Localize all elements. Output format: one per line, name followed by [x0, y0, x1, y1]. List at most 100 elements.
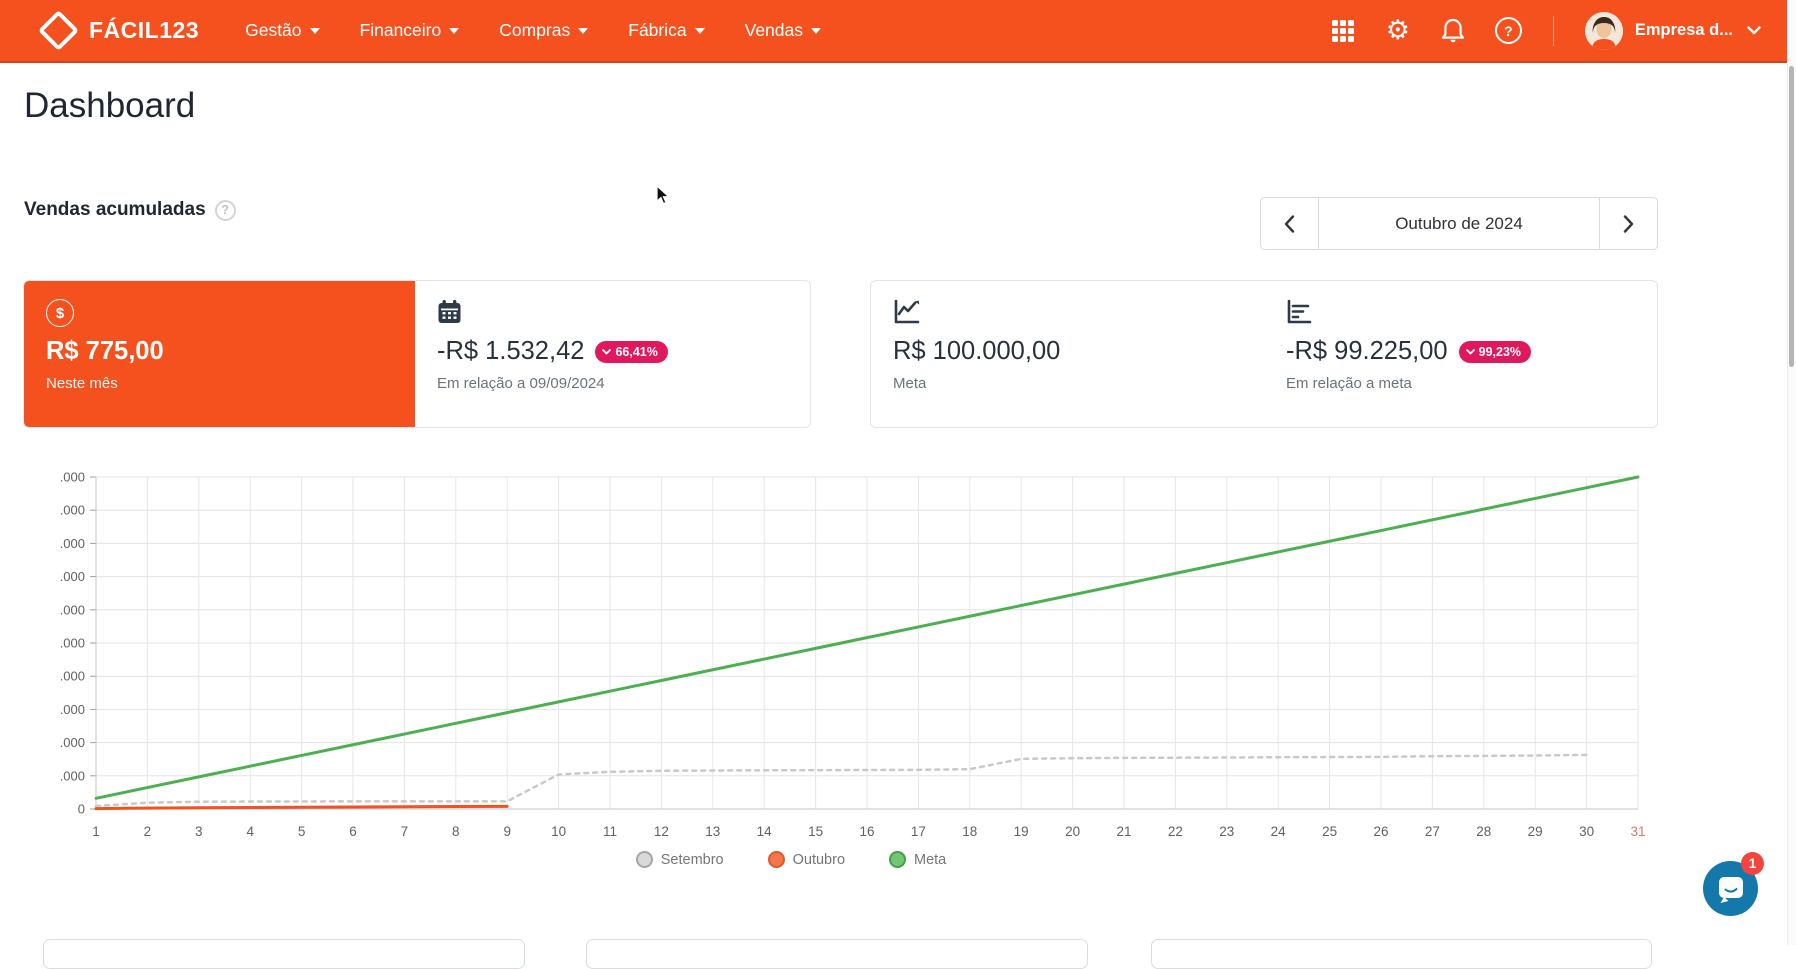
scrollbar-thumb[interactable] — [1789, 66, 1794, 367]
help-icon[interactable]: ? — [1494, 17, 1522, 44]
chevron-down-icon — [449, 28, 460, 39]
legend-item-setembro[interactable]: Setembro — [635, 851, 724, 868]
kpi-label: Neste mês — [46, 375, 118, 392]
kpi-label: Meta — [893, 375, 927, 392]
top-navbar: FÁCIL123 Gestão Financeiro Compras Fábri… — [0, 0, 1787, 63]
sales-accumulated-chart: 0 10.000 20.000 30.000 40.000 50.000 60.000 70.… — [60, 470, 1646, 840]
calendar-icon — [438, 300, 461, 323]
nav-menu-label: Fábrica — [628, 20, 687, 40]
svg-text:29: 29 — [1528, 824, 1543, 839]
kpi-value: -R$ 1.532,42 — [437, 337, 585, 365]
svg-text:30.000: 30.000 — [60, 702, 85, 717]
chat-bubble-icon — [1718, 876, 1743, 903]
legend-label: Outubro — [792, 851, 846, 868]
svg-text:18: 18 — [962, 824, 977, 839]
account-menu[interactable]: Empresa d... — [1584, 11, 1761, 50]
avatar — [1584, 11, 1623, 50]
kpi-card-current-month: $ R$ 775,00 Neste mês — [24, 281, 415, 427]
gear-icon[interactable]: ⚙ — [1385, 17, 1411, 44]
svg-text:27: 27 — [1425, 824, 1440, 839]
svg-text:30: 30 — [1579, 824, 1594, 839]
svg-text:5: 5 — [298, 824, 306, 839]
kpi-card-meta: R$ 100.000,00 Meta — [871, 281, 1264, 427]
bottom-card-stub — [586, 939, 1088, 969]
help-glyph: ? — [1504, 22, 1513, 39]
svg-text:16: 16 — [859, 824, 874, 839]
nav-menu-gestao[interactable]: Gestão — [245, 20, 320, 41]
bell-icon[interactable] — [1440, 18, 1466, 44]
dollar-circle-icon: $ — [46, 299, 74, 327]
svg-text:15: 15 — [808, 824, 823, 839]
svg-text:13: 13 — [705, 824, 720, 839]
month-selector: Outubro de 2024 — [1260, 197, 1658, 250]
logo-diamond-icon — [37, 9, 80, 52]
svg-text:8: 8 — [452, 824, 460, 839]
section-title: Vendas acumuladas — [24, 199, 206, 220]
svg-text:20: 20 — [1065, 824, 1080, 839]
kpi-card-vs-meta: -R$ 99.225,00 99,23% Em relação a meta — [1264, 281, 1657, 427]
svg-text:1: 1 — [92, 824, 100, 839]
legend-item-meta[interactable]: Meta — [889, 851, 946, 868]
line-chart-icon — [894, 299, 920, 324]
svg-text:24: 24 — [1271, 824, 1287, 839]
section-help-icon[interactable]: ? — [214, 199, 236, 221]
kpi-card-vs-previous: -R$ 1.532,42 66,41% Em relação a 09/09/2… — [415, 281, 810, 427]
nav-menu-vendas[interactable]: Vendas — [745, 20, 821, 41]
svg-text:50.000: 50.000 — [60, 636, 85, 651]
nav-menu-compras[interactable]: Compras — [499, 20, 589, 41]
svg-text:70.000: 70.000 — [60, 569, 85, 584]
app-logo[interactable]: FÁCIL123 — [37, 9, 200, 52]
svg-text:100.000: 100.000 — [60, 470, 85, 485]
legend-item-outubro[interactable]: Outubro — [767, 851, 846, 868]
svg-text:10.000: 10.000 — [60, 768, 85, 783]
kpi-panel-meta: R$ 100.000,00 Meta -R$ 99.225,00 99,23% — [870, 280, 1658, 428]
svg-text:11: 11 — [603, 824, 617, 839]
prev-month-button[interactable] — [1261, 198, 1319, 249]
svg-text:90.000: 90.000 — [60, 503, 85, 518]
svg-text:21: 21 — [1116, 824, 1131, 839]
horizontal-bars-icon — [1287, 299, 1312, 324]
svg-text:23: 23 — [1219, 824, 1234, 839]
legend-color-dot — [889, 851, 907, 868]
svg-text:19: 19 — [1014, 824, 1029, 839]
kpi-value: -R$ 99.225,00 — [1286, 337, 1448, 365]
svg-text:17: 17 — [911, 824, 926, 839]
svg-text:20.000: 20.000 — [60, 735, 85, 750]
chevron-right-icon — [1623, 214, 1634, 233]
logo-text: FÁCIL123 — [89, 17, 200, 43]
svg-text:4: 4 — [246, 824, 254, 839]
nav-menu-fabrica[interactable]: Fábrica — [628, 20, 705, 41]
svg-text:60.000: 60.000 — [60, 602, 85, 617]
next-month-button[interactable] — [1599, 198, 1657, 249]
legend-label: Meta — [914, 851, 947, 868]
svg-text:2: 2 — [144, 824, 152, 839]
chevron-left-icon — [1284, 214, 1295, 233]
help-glyph: ? — [221, 203, 229, 217]
bottom-card-stub — [43, 939, 525, 969]
nav-menu-label: Compras — [499, 20, 571, 40]
page-title: Dashboard — [24, 86, 196, 125]
main-menu: Gestão Financeiro Compras Fábrica Vendas — [245, 20, 821, 41]
svg-text:25: 25 — [1322, 824, 1337, 839]
legend-color-dot — [635, 851, 653, 868]
nav-menu-financeiro[interactable]: Financeiro — [360, 20, 460, 41]
svg-text:14: 14 — [757, 824, 773, 839]
svg-text:0: 0 — [78, 802, 85, 817]
pct-badge: 99,23% — [1458, 340, 1532, 363]
svg-text:28: 28 — [1476, 824, 1491, 839]
mouse-cursor — [656, 185, 671, 205]
kpi-value: R$ 775,00 — [46, 337, 164, 365]
svg-text:80.000: 80.000 — [60, 536, 85, 551]
legend-color-dot — [767, 851, 785, 868]
month-label: Outubro de 2024 — [1395, 213, 1523, 233]
apps-grid-icon[interactable] — [1330, 18, 1356, 44]
svg-text:22: 22 — [1168, 824, 1183, 839]
chart-legend: Setembro Outubro Meta — [0, 851, 1582, 868]
legend-label: Setembro — [660, 851, 724, 868]
account-name: Empresa d... — [1634, 21, 1733, 39]
svg-text:7: 7 — [401, 824, 409, 839]
nav-menu-label: Vendas — [744, 20, 803, 40]
kpi-value: R$ 100.000,00 — [893, 337, 1061, 365]
chevron-down-icon — [1465, 348, 1475, 354]
nav-menu-label: Gestão — [245, 20, 302, 40]
